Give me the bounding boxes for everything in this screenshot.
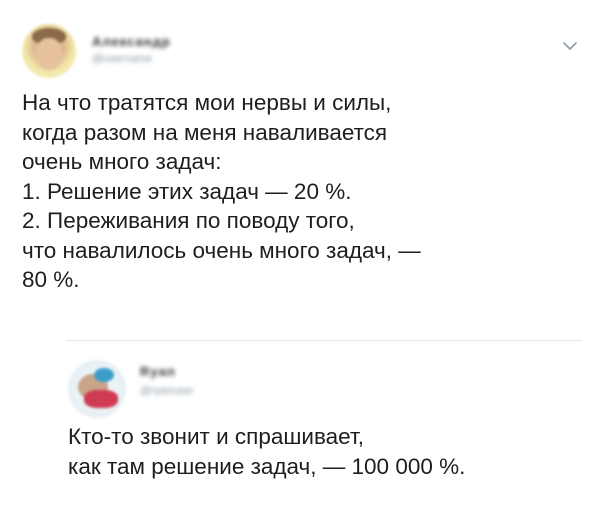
main-tweet: Александр @username На что тратятся мои … [0, 0, 600, 340]
author-avatar[interactable] [22, 24, 76, 78]
divider [66, 340, 582, 341]
tweet-text: На что тратятся мои нервы и силы, когда … [22, 88, 582, 295]
tweet-text-line: 80 %. [22, 267, 80, 292]
tweet-text-line: что навалилось очень много задач, — [22, 237, 421, 263]
reply-text-line: как там решение задач, — 100 000 %. [68, 453, 466, 479]
tweet-text-line: когда разом на меня наваливается [22, 119, 388, 145]
tweet-text-line: 1. Решение этих задач — 20 %. [22, 178, 352, 204]
reply-avatar[interactable] [68, 360, 126, 418]
tweet-text-line: 2. Переживания по поводу того, [22, 208, 355, 233]
tweet-text-line: На что тратятся мои нервы и силы, [22, 90, 392, 115]
chevron-down-icon[interactable] [562, 40, 578, 52]
reply-author-handle[interactable]: @ryanuser [140, 385, 194, 397]
author-name[interactable]: Александр [92, 34, 171, 49]
reply-text: Кто-то звонит и спрашивает, как там реше… [68, 422, 588, 481]
author-handle[interactable]: @username [92, 53, 152, 65]
reply-text-line: Кто-то звонит и спрашивает, [68, 424, 365, 449]
reply-author-name[interactable]: Ryan [140, 364, 176, 379]
tweet-text-line: очень много задач: [22, 149, 222, 174]
